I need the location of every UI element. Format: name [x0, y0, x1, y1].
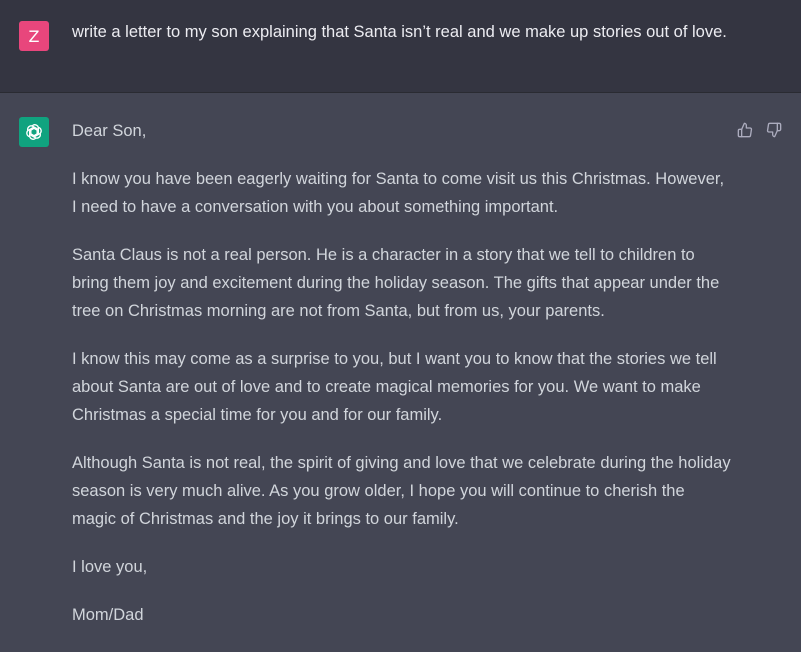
thumbs-down-button[interactable] — [765, 121, 782, 138]
letter-closing: I love you, — [72, 558, 148, 576]
assistant-avatar — [19, 117, 49, 147]
user-avatar: Z — [19, 21, 49, 51]
feedback-buttons — [736, 121, 782, 138]
user-message-row: Z write a letter to my son explaining th… — [0, 0, 801, 93]
openai-logo-icon — [26, 124, 42, 140]
letter-paragraph: I know you have been eagerly waiting for… — [72, 170, 725, 216]
thumbs-down-icon — [766, 122, 781, 137]
thumbs-up-button[interactable] — [736, 121, 753, 138]
user-message-text: write a letter to my son explaining that… — [72, 23, 727, 41]
letter-signature: Mom/Dad — [72, 606, 144, 624]
thumbs-up-icon — [737, 122, 752, 137]
letter-salutation: Dear Son, — [72, 122, 147, 140]
letter-paragraph: I know this may come as a surprise to yo… — [72, 350, 717, 424]
assistant-message-row: Dear Son, I know you have been eagerly w… — [0, 93, 801, 652]
assistant-message-text: Dear Son, I know you have been eagerly w… — [72, 117, 732, 649]
letter-paragraph: Santa Claus is not a real person. He is … — [72, 246, 720, 320]
letter-paragraph: Although Santa is not real, the spirit o… — [72, 454, 731, 528]
